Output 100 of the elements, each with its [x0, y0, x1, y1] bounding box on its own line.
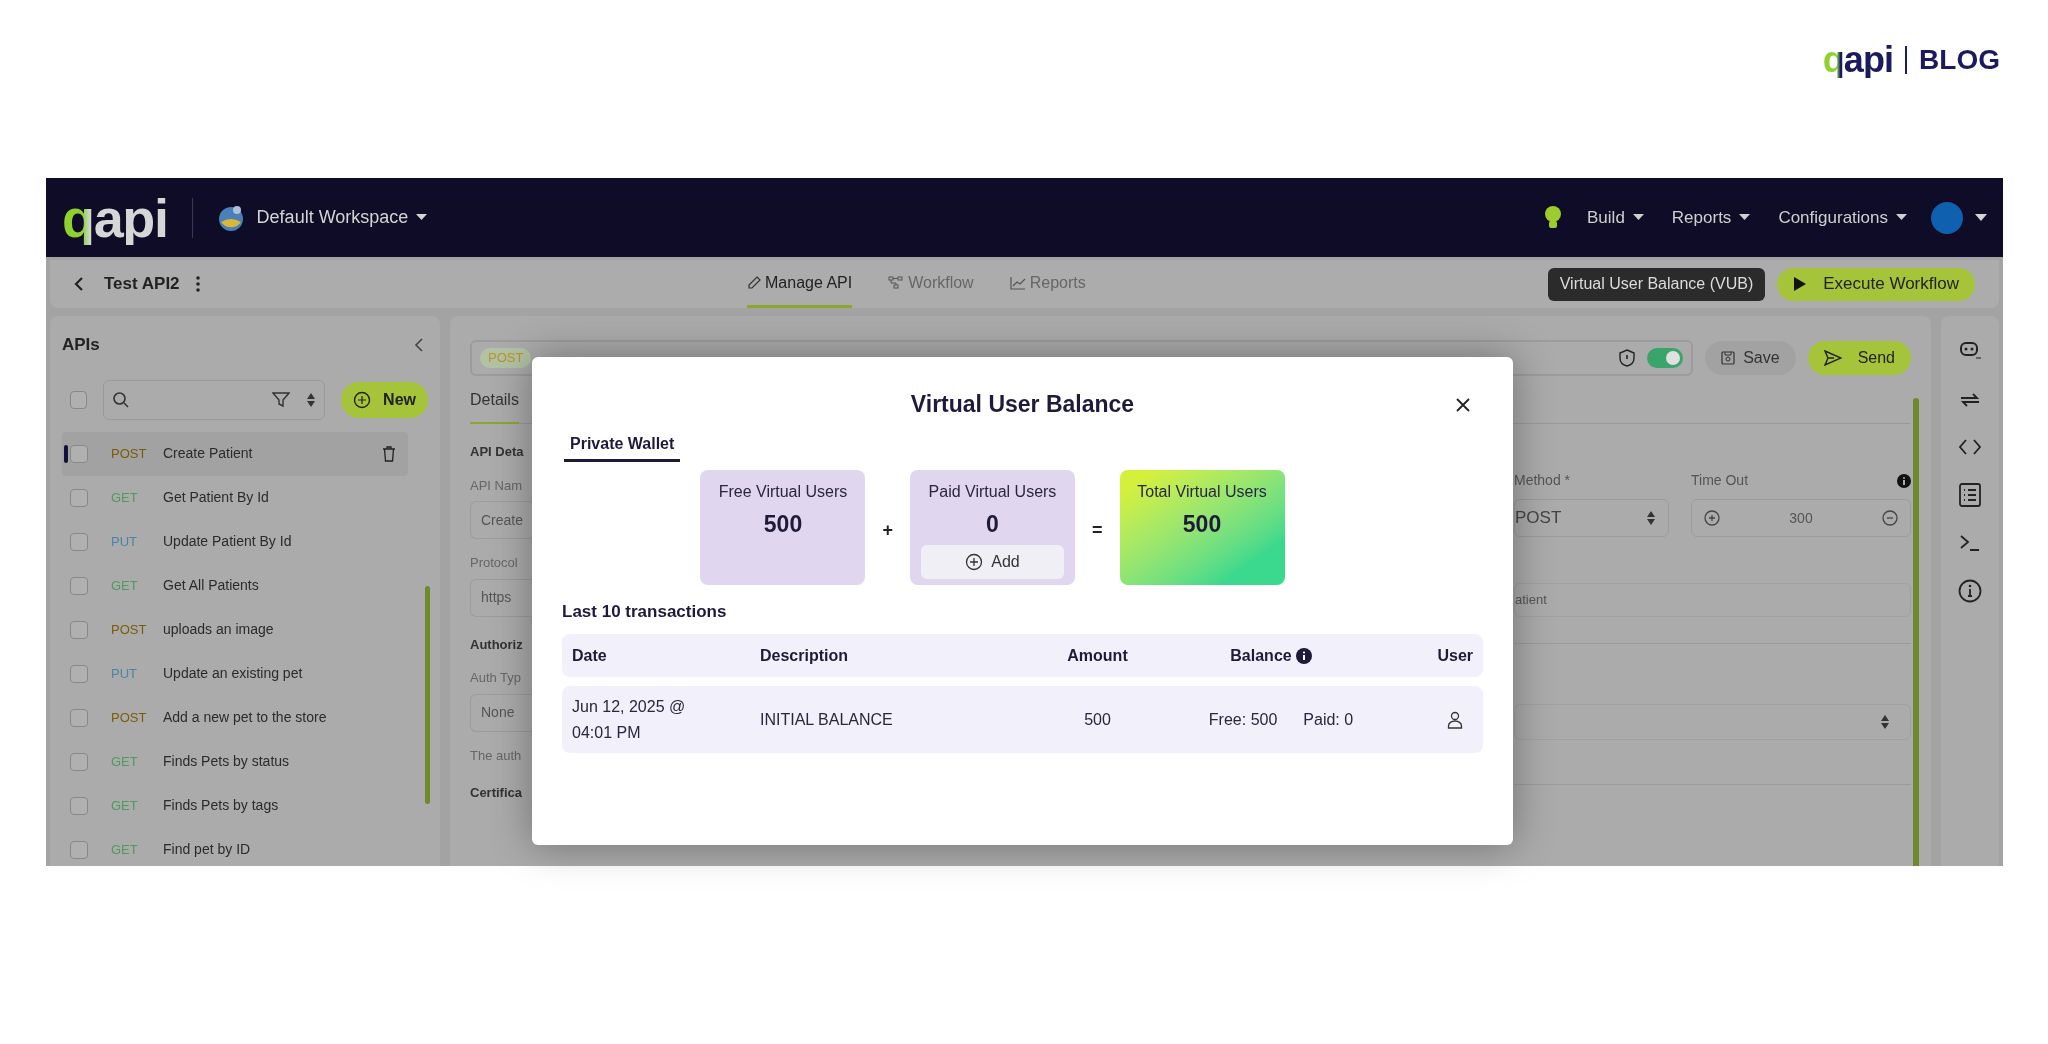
sort-icon[interactable]: [306, 391, 317, 408]
column-header: Description: [760, 645, 848, 666]
execute-workflow-button[interactable]: Execute Workflow: [1777, 267, 1975, 301]
scrollbar[interactable]: [1913, 398, 1919, 866]
api-list-item[interactable]: GET Get Patient By Id: [62, 475, 408, 520]
checkbox[interactable]: [70, 840, 88, 859]
api-name: Update an existing pet: [163, 664, 303, 683]
field-label: Auth Typ: [470, 669, 523, 687]
caret-icon: [1632, 214, 1644, 221]
checkbox[interactable]: [70, 444, 88, 463]
api-name: Add a new pet to the store: [163, 708, 327, 727]
back-icon[interactable]: [74, 276, 84, 292]
column-header: Date: [572, 645, 607, 666]
kebab-icon[interactable]: [195, 276, 200, 292]
table-cell-text: Free: 500: [1208, 709, 1278, 730]
caret-icon[interactable]: [1975, 213, 1987, 222]
table-cell-text: 500: [1084, 709, 1111, 730]
method-label: POST: [111, 620, 148, 639]
lightbulb-icon[interactable]: [1543, 204, 1564, 231]
api-list-item[interactable]: PUT Update an existing pet: [62, 651, 408, 696]
method-label: GET: [111, 576, 139, 595]
user-icon[interactable]: [1447, 710, 1463, 729]
add-button[interactable]: Add: [921, 545, 1064, 579]
api-list-item[interactable]: GET Finds Pets by tags: [62, 783, 408, 828]
updown-icon: [1880, 714, 1890, 730]
section-heading: Certifica: [470, 784, 524, 802]
vub-button[interactable]: Virtual User Balance (VUB): [1547, 267, 1766, 301]
api-list-item[interactable]: POST Add a new pet to the store: [62, 695, 408, 740]
scrollbar[interactable]: [425, 586, 430, 804]
operator-sign: =: [1092, 518, 1103, 542]
method-label: PUT: [111, 664, 138, 683]
info-icon: [1897, 473, 1911, 488]
api-list-item[interactable]: POST uploads an image: [62, 607, 408, 652]
plus-circle-icon[interactable]: [1704, 510, 1720, 526]
checkbox[interactable]: [70, 532, 88, 551]
minus-circle-icon[interactable]: [1882, 510, 1898, 526]
checkbox[interactable]: [70, 752, 88, 771]
operator-sign: +: [882, 518, 893, 542]
api-name: Finds Pets by tags: [163, 796, 279, 815]
timeout-field[interactable]: 300: [1691, 499, 1911, 537]
details-tab[interactable]: Details: [470, 388, 519, 424]
terminal-icon[interactable]: [1959, 534, 1981, 552]
method-label: GET: [111, 840, 139, 859]
nav-tab[interactable]: Manage API: [747, 260, 853, 308]
close-icon[interactable]: [1455, 397, 1471, 413]
field-label: Time Out: [1691, 471, 1749, 490]
info-icon[interactable]: [1958, 579, 1982, 603]
method-label: GET: [111, 752, 139, 771]
method-select[interactable]: POST: [1514, 499, 1669, 537]
menu-dropdown[interactable]: Build: [1587, 204, 1644, 231]
code-icon[interactable]: [1958, 438, 1982, 456]
api-list-item[interactable]: GET Get All Patients: [62, 563, 408, 608]
collapse-icon[interactable]: [414, 336, 424, 353]
plus-circle-icon: [353, 390, 372, 409]
checkbox[interactable]: [70, 796, 88, 815]
api-list-item[interactable]: GET Find pet by ID: [62, 827, 408, 866]
column-header: Amount: [1067, 645, 1128, 666]
input-field[interactable]: https: [470, 578, 531, 617]
play-icon: [1793, 276, 1808, 292]
input-field[interactable]: Create: [470, 501, 531, 539]
secure-toggle[interactable]: [1647, 348, 1684, 368]
sidebar-title: APIs: [62, 334, 100, 356]
save-button[interactable]: Save: [1705, 341, 1796, 375]
field-label: Protocol: [470, 554, 519, 572]
search-field[interactable]: [102, 379, 326, 420]
blog-logo: qapi: [1822, 42, 1894, 78]
select-all-checkbox[interactable]: [70, 390, 87, 409]
api-list-item[interactable]: PUT Update Patient By Id: [62, 519, 408, 564]
card-label: Free Virtual Users: [718, 481, 848, 502]
pencil-icon: [747, 275, 761, 290]
nodes-icon: [888, 275, 905, 290]
checkbox[interactable]: [70, 708, 88, 727]
info-icon[interactable]: [1295, 647, 1312, 664]
menu-dropdown[interactable]: Configurations: [1778, 204, 1907, 231]
avatar[interactable]: [1931, 201, 1963, 234]
wallet-tab[interactable]: Private Wallet: [564, 431, 681, 462]
method-label: GET: [111, 488, 139, 507]
list-icon[interactable]: [1959, 483, 1981, 507]
api-name: Get Patient By Id: [163, 488, 269, 507]
method-label: GET: [111, 796, 139, 815]
api-list-item[interactable]: POST Create Patient: [62, 431, 408, 476]
workspace-dropdown[interactable]: Default Workspace: [256, 204, 428, 231]
modal-title: Virtual User Balance: [910, 390, 1135, 419]
new-button[interactable]: New: [341, 381, 428, 418]
checkbox[interactable]: [70, 576, 88, 595]
send-button[interactable]: Send: [1807, 341, 1911, 375]
column-header: User: [1437, 645, 1473, 666]
checkbox[interactable]: [70, 488, 88, 507]
api-list-item[interactable]: GET Finds Pets by status: [62, 739, 408, 784]
search-icon: [111, 390, 130, 409]
checkbox[interactable]: [70, 664, 88, 683]
select-field[interactable]: [1514, 704, 1911, 740]
card-value: 500: [1182, 509, 1222, 539]
card-label: Total Virtual Users: [1137, 481, 1267, 502]
input-field[interactable]: None: [470, 693, 531, 732]
checkbox[interactable]: [70, 620, 88, 639]
filter-icon[interactable]: [272, 391, 291, 408]
menu-dropdown[interactable]: Reports: [1671, 204, 1751, 231]
trash-icon[interactable]: [382, 445, 396, 462]
section-heading: API Deta: [470, 443, 525, 461]
